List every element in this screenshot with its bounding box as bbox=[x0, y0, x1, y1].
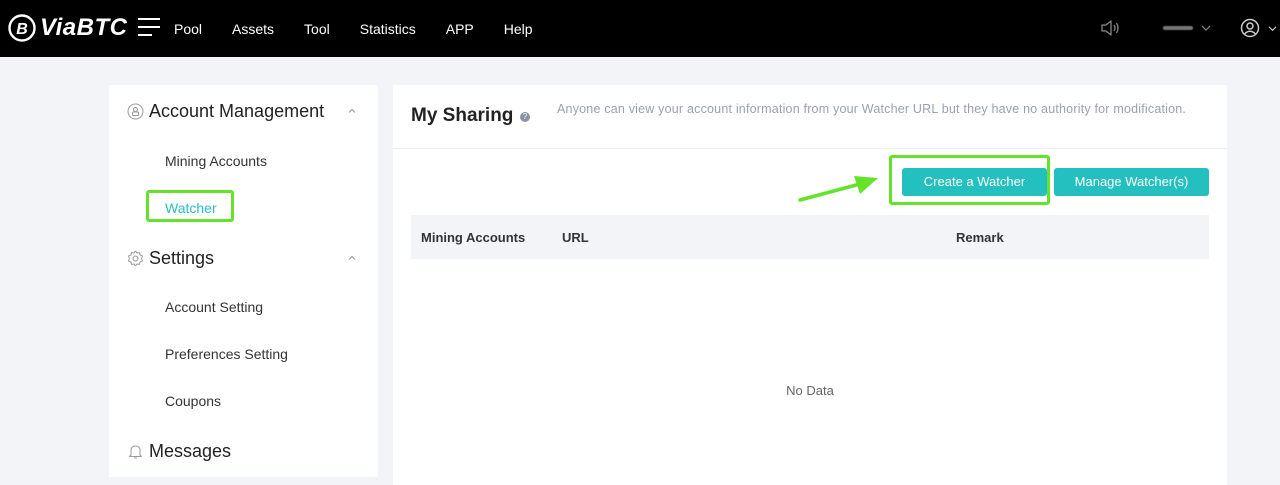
create-watcher-highlight-box bbox=[889, 155, 1050, 205]
logo-text: ViaBTC bbox=[40, 14, 128, 41]
watcher-highlight-box bbox=[146, 190, 234, 222]
page-description: Anyone can view your account information… bbox=[557, 102, 1187, 116]
user-menu[interactable] bbox=[1163, 19, 1211, 37]
gear-icon bbox=[128, 250, 143, 267]
column-header-url: URL bbox=[562, 230, 589, 245]
section-settings[interactable]: Settings bbox=[127, 248, 214, 269]
sidebar-item-account-setting[interactable]: Account Setting bbox=[165, 299, 263, 315]
main-nav: Pool Assets Tool Statistics APP Help bbox=[174, 0, 563, 57]
section-title: Messages bbox=[149, 441, 232, 461]
menu-hamburger-icon[interactable] bbox=[138, 18, 160, 38]
section-title: Settings bbox=[149, 248, 215, 268]
viabtc-logo[interactable]: B ViaBTC bbox=[7, 13, 127, 43]
column-header-remark: Remark bbox=[956, 230, 1004, 245]
chevron-up-icon[interactable] bbox=[347, 106, 357, 116]
table-header: Mining Accounts URL Remark bbox=[411, 215, 1209, 259]
column-header-mining-accounts: Mining Accounts bbox=[421, 230, 526, 245]
account-management-icon bbox=[127, 103, 144, 120]
annotation-arrow-icon bbox=[798, 176, 878, 202]
nav-statistics[interactable]: Statistics bbox=[360, 21, 416, 37]
main-header: My Sharing ? Anyone can view your accoun… bbox=[393, 85, 1227, 149]
account-icon[interactable] bbox=[1240, 18, 1260, 38]
section-title: Account Management bbox=[149, 101, 325, 121]
sidebar: Account Management Mining Accounts Watch… bbox=[109, 85, 378, 477]
main-panel: My Sharing ? Anyone can view your accoun… bbox=[393, 85, 1227, 485]
nav-pool[interactable]: Pool bbox=[174, 21, 202, 37]
chevron-up-icon[interactable] bbox=[347, 253, 357, 263]
nav-app[interactable]: APP bbox=[446, 21, 474, 37]
svg-text:B: B bbox=[16, 21, 28, 38]
page-title: My Sharing bbox=[411, 105, 514, 126]
sidebar-item-coupons[interactable]: Coupons bbox=[165, 393, 221, 409]
account-chevron-down-icon[interactable] bbox=[1268, 24, 1277, 33]
bitcoin-logo-icon: B bbox=[8, 14, 36, 42]
top-navigation-bar: B ViaBTC Pool Assets Tool Statistics APP… bbox=[0, 0, 1280, 57]
bell-icon bbox=[129, 445, 142, 459]
sidebar-item-mining-accounts[interactable]: Mining Accounts bbox=[165, 153, 267, 169]
manage-watchers-button[interactable]: Manage Watcher(s) bbox=[1054, 168, 1209, 196]
user-name-blurred bbox=[1163, 26, 1193, 30]
nav-help[interactable]: Help bbox=[504, 21, 533, 37]
nav-tool[interactable]: Tool bbox=[304, 21, 330, 37]
empty-state-text: No Data bbox=[786, 383, 834, 398]
sidebar-item-preferences-setting[interactable]: Preferences Setting bbox=[165, 346, 288, 362]
speaker-icon[interactable] bbox=[1100, 19, 1120, 37]
section-messages[interactable]: Messages bbox=[127, 441, 231, 462]
chevron-down-icon bbox=[1201, 25, 1211, 31]
section-account-management[interactable]: Account Management bbox=[127, 101, 324, 122]
help-icon[interactable]: ? bbox=[520, 112, 530, 122]
nav-assets[interactable]: Assets bbox=[232, 21, 274, 37]
